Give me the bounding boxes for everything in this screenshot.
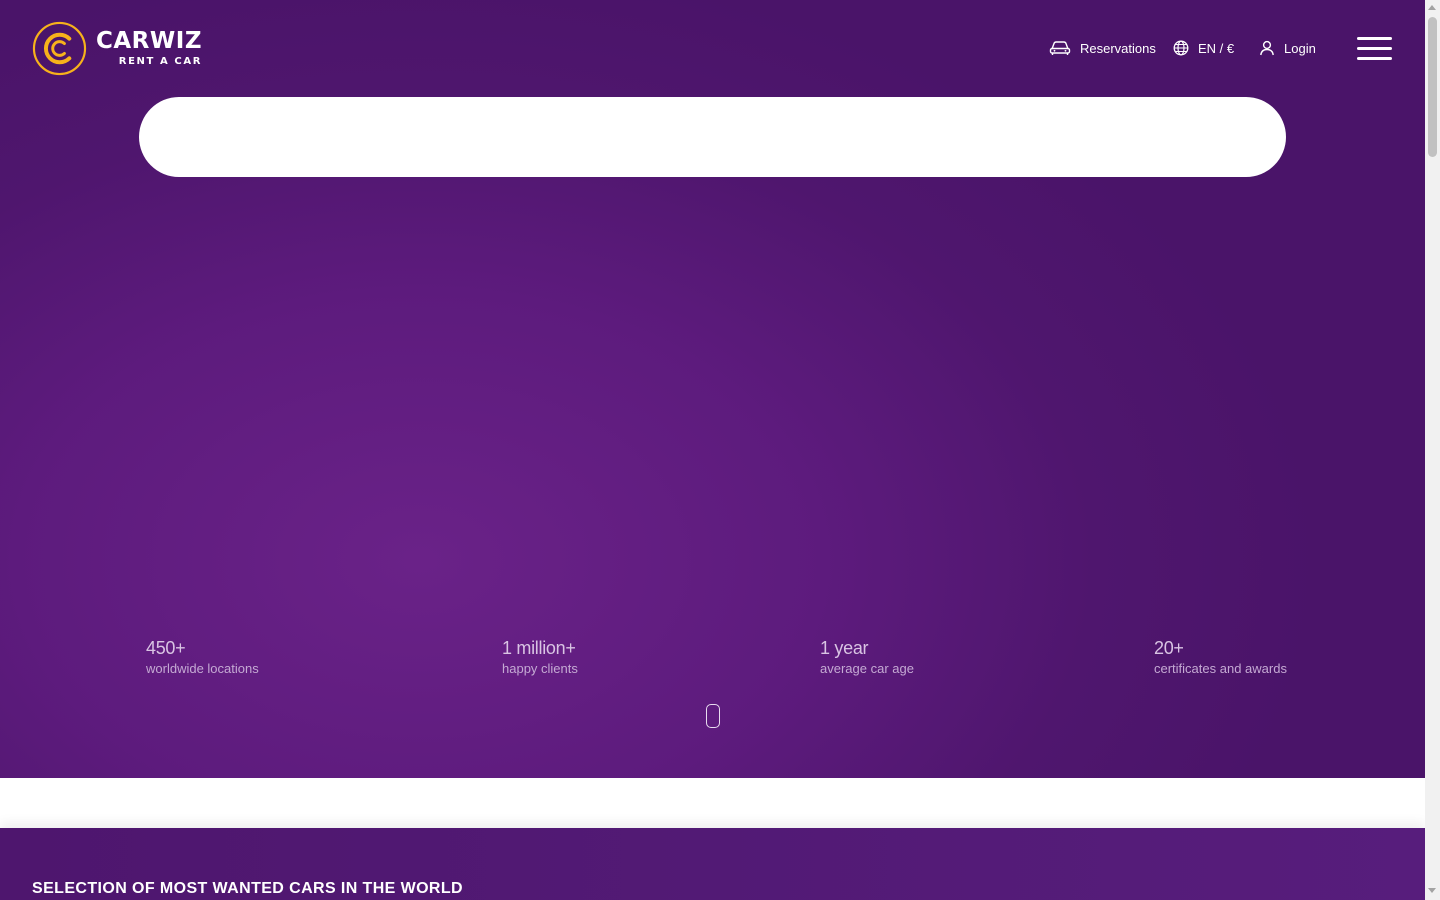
login-label: Login [1284, 40, 1316, 56]
hamburger-icon[interactable] [1357, 36, 1393, 62]
stat-value: 450+ [146, 638, 186, 658]
section-heading: SELECTION OF MOST WANTED CARS IN THE WOR… [32, 880, 464, 897]
stat-car-age: 1 year average car age [820, 637, 914, 678]
reservations-label: Reservations [1080, 40, 1156, 56]
user-icon [1260, 40, 1274, 56]
stat-value: 1 year [820, 638, 869, 658]
stat-awards: 20+ certificates and awards [1154, 637, 1287, 678]
brand-tagline: RENT A CAR [118, 55, 202, 67]
most-wanted-cars-section: SELECTION OF MOST WANTED CARS IN THE WOR… [0, 828, 1425, 900]
stat-label: worldwide locations [146, 661, 259, 676]
car-icon [1049, 41, 1071, 55]
carwiz-logo[interactable]: CARWIZ RENT A CAR [32, 20, 202, 76]
language-currency-selector[interactable]: EN / € [1173, 36, 1234, 60]
search-box[interactable] [139, 97, 1286, 177]
login-link[interactable]: Login [1259, 36, 1316, 60]
stat-label: happy clients [502, 661, 578, 676]
scroll-up-arrow-icon[interactable] [1428, 5, 1436, 10]
stat-value: 20+ [1154, 638, 1184, 658]
hero-section: CARWIZ RENT A CAR Reservations EN / € Lo… [0, 0, 1425, 778]
stat-value: 1 million+ [502, 638, 576, 658]
language-label: EN / € [1198, 40, 1235, 56]
stat-clients: 1 million+ happy clients [502, 637, 578, 678]
page-scrollbar[interactable] [1425, 0, 1440, 900]
scroll-down-mouse-icon[interactable] [706, 704, 720, 728]
carwiz-logo-icon [32, 21, 87, 75]
nav-reservations-link[interactable]: Reservations [1049, 36, 1156, 60]
scrollbar-thumb[interactable] [1428, 17, 1437, 157]
section-spacer [0, 778, 1425, 828]
stat-label: certificates and awards [1154, 661, 1287, 676]
globe-icon [1173, 40, 1189, 56]
brand-name: CARWIZ [96, 27, 202, 54]
stat-locations: 450+ worldwide locations [146, 637, 259, 678]
stat-label: average car age [820, 661, 914, 676]
scroll-down-arrow-icon[interactable] [1428, 888, 1436, 893]
